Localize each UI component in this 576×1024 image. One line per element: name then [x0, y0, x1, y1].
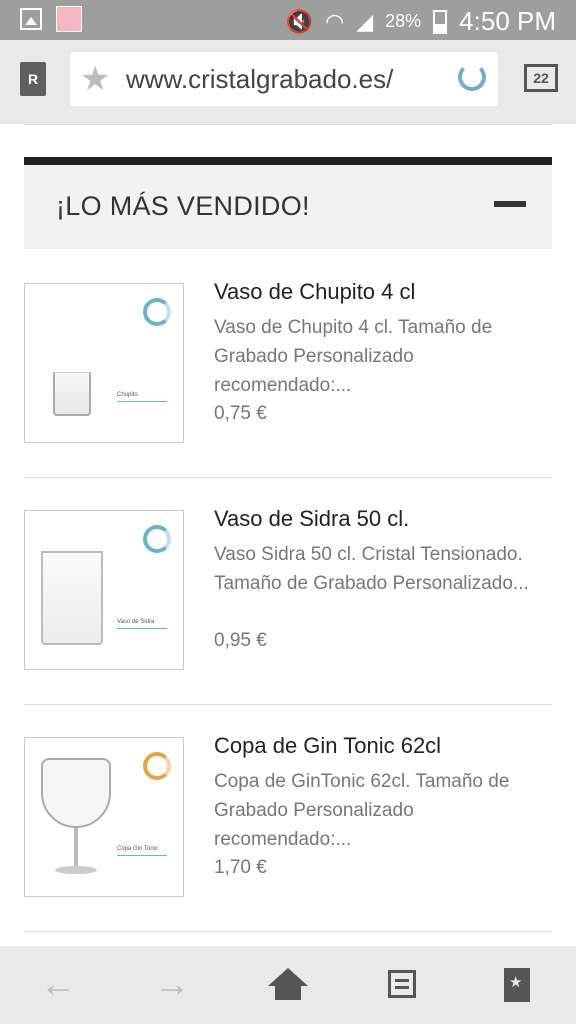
browser-toolbar: R ★ www.cristalgrabado.es/ 22	[0, 40, 576, 124]
url-field[interactable]: ★ www.cristalgrabado.es/	[70, 52, 498, 106]
product-price: 0,75 €	[214, 403, 267, 424]
brand-ring-icon	[143, 298, 171, 326]
product-item[interactable]: Copa Gin Tonic Copa de Gin Tonic 62cl Co…	[24, 703, 552, 932]
product-thumbnail[interactable]: Copa Gin Tonic	[24, 737, 184, 897]
brand-ring-icon	[143, 525, 171, 553]
reading-list-icon[interactable]	[384, 964, 424, 1004]
home-icon[interactable]	[268, 964, 308, 1004]
reload-icon[interactable]	[458, 63, 486, 91]
thumbnail-label: Vaso de Sidra	[117, 619, 155, 625]
mute-icon: 🔇	[285, 8, 314, 34]
avatar-icon	[56, 6, 82, 32]
gin-glass-stem	[74, 828, 78, 868]
thumbnail-line	[117, 855, 167, 856]
gin-glass-base	[55, 866, 97, 874]
url-text[interactable]: www.cristalgrabado.es/	[126, 64, 446, 95]
reader-icon[interactable]: R	[20, 62, 46, 96]
collapse-icon[interactable]	[494, 201, 526, 207]
battery-percent: 28%	[385, 11, 422, 31]
product-name[interactable]: Vaso de Chupito 4 cl	[214, 279, 415, 305]
thumbnail-label: Chupito	[117, 392, 138, 398]
divider	[24, 124, 552, 125]
product-thumbnail[interactable]: Vaso de Sidra	[24, 510, 184, 670]
bookmarks-icon[interactable]	[498, 964, 538, 1004]
gin-glass-image	[41, 758, 111, 828]
product-description: Vaso de Chupito 4 cl. Tamaño de Grabado …	[214, 317, 493, 396]
gallery-icon	[20, 8, 42, 30]
product-item[interactable]: Chupito Vaso de Chupito 4 cl Vaso de Chu…	[24, 249, 552, 478]
status-bar: 🔇 ◠ ◢ 28% 4:50 PM	[0, 0, 576, 40]
product-item[interactable]: Vaso de Sidra Vaso de Sidra 50 cl. Vaso …	[24, 476, 552, 705]
page-content: ¡LO MÁS VENDIDO! Chupito Vaso de Chupito…	[0, 124, 576, 946]
thumbnail-label: Copa Gin Tonic	[117, 846, 158, 852]
product-name[interactable]: Vaso de Sidra 50 cl.	[214, 506, 409, 532]
product-description: Copa de GinTonic 62cl. Tamaño de Grabado…	[214, 771, 510, 850]
cider-glass-image	[41, 551, 103, 645]
product-price: 0,95 €	[214, 630, 267, 651]
product-price: 1,70 €	[214, 857, 267, 878]
section-title: ¡LO MÁS VENDIDO!	[56, 191, 310, 221]
wifi-icon: ◠	[325, 8, 345, 34]
brand-ring-icon	[143, 752, 171, 780]
star-icon[interactable]: ★	[80, 60, 110, 98]
battery-icon	[433, 9, 448, 34]
back-icon[interactable]: ←	[38, 964, 78, 1004]
shot-glass-image	[53, 372, 91, 416]
product-thumbnail[interactable]: Chupito	[24, 283, 184, 443]
signal-icon: ◢	[356, 8, 374, 34]
clock: 4:50 PM	[459, 6, 556, 36]
tabs-icon[interactable]: 22	[524, 64, 558, 92]
product-description: Vaso Sidra 50 cl. Cristal Tensionado. Ta…	[214, 544, 529, 594]
bestsellers-header[interactable]: ¡LO MÁS VENDIDO!	[24, 157, 552, 249]
browser-nav-bar: ← →	[0, 946, 576, 1024]
forward-icon[interactable]: →	[152, 964, 192, 1004]
thumbnail-line	[117, 628, 167, 629]
product-name[interactable]: Copa de Gin Tonic 62cl	[214, 733, 441, 759]
thumbnail-line	[117, 401, 167, 402]
